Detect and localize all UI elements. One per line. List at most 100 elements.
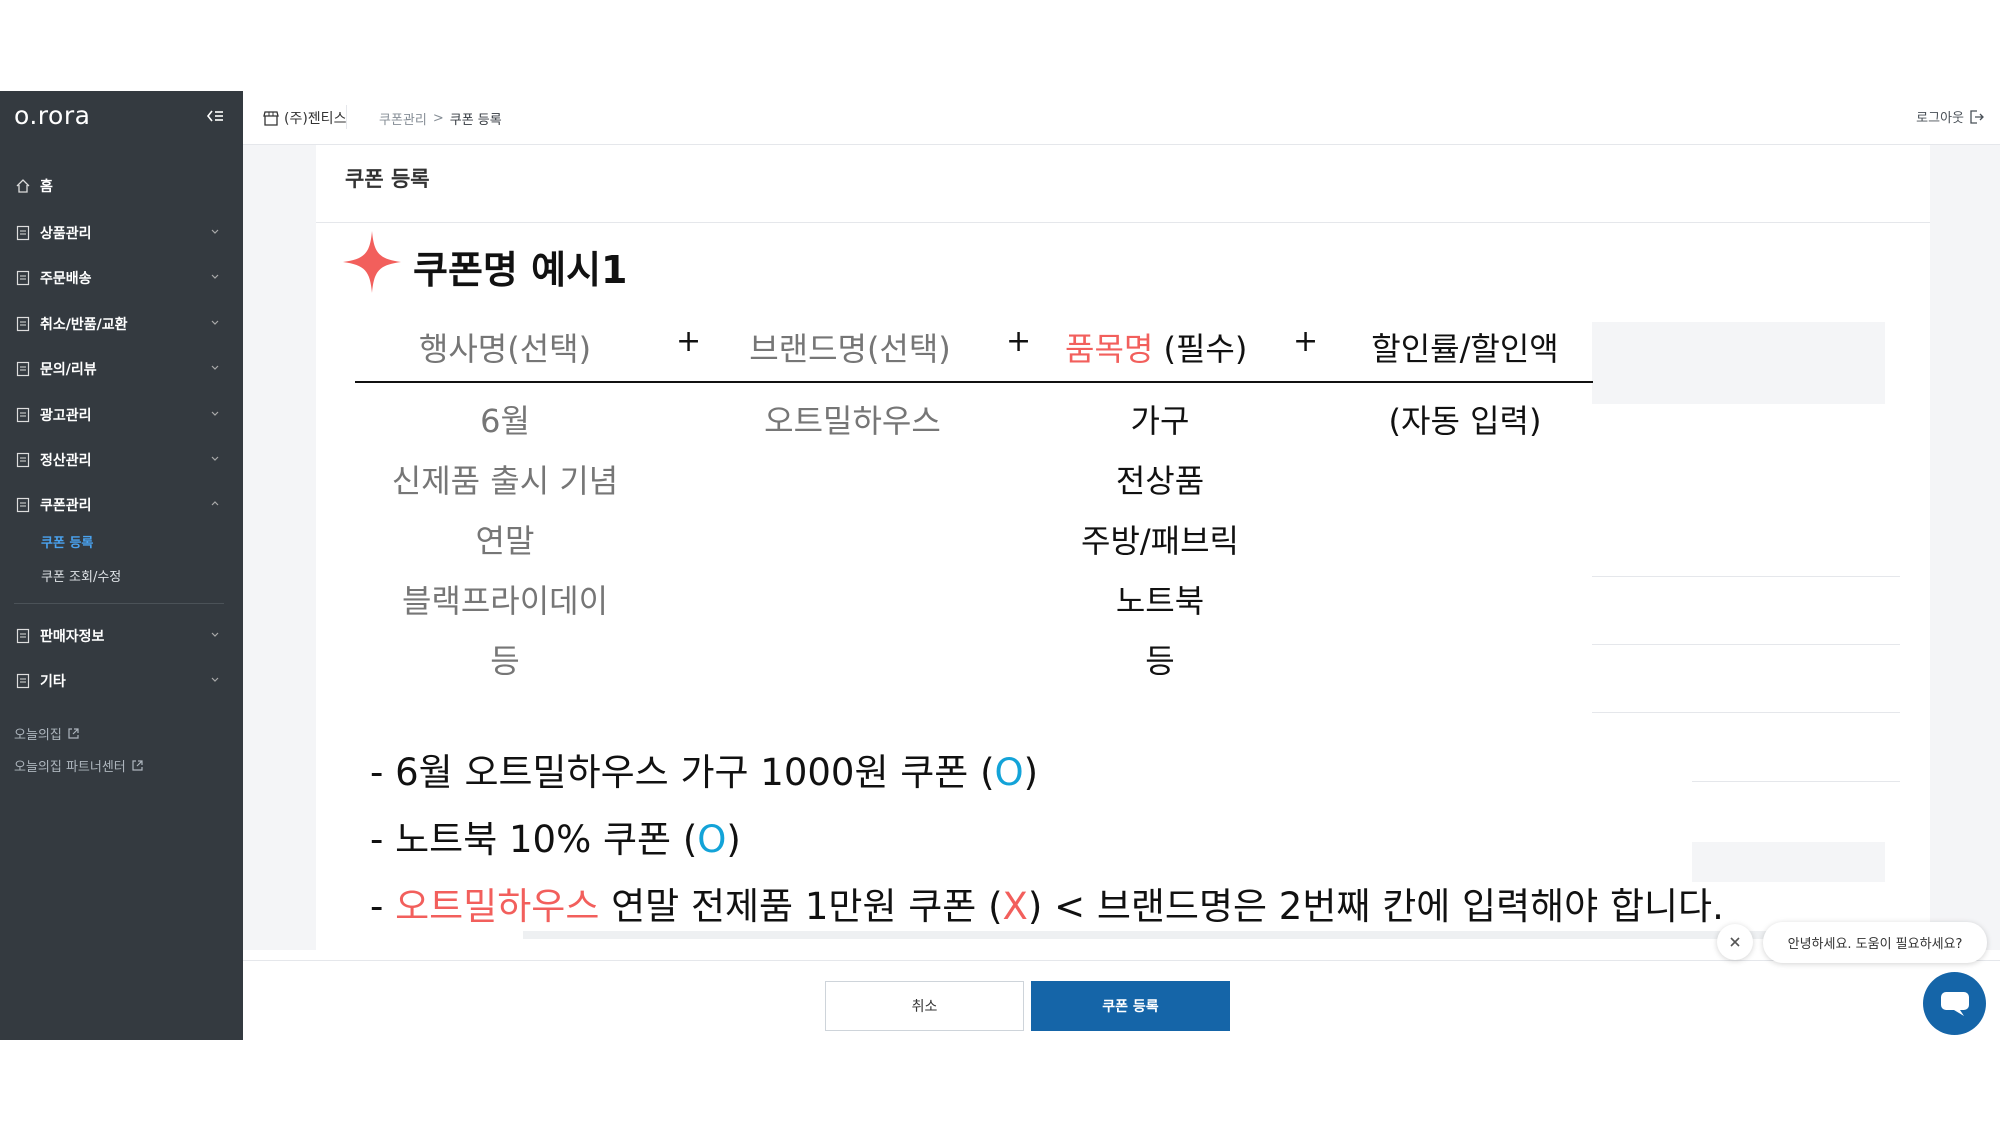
item-value: 노트북	[1115, 582, 1205, 620]
form-row-divider	[1592, 712, 1900, 713]
event-value: 연말	[475, 522, 535, 560]
breadcrumb: 쿠폰관리 > 쿠폰 등록	[379, 109, 502, 128]
item-value: 가구	[1130, 402, 1190, 440]
example-text: )	[1023, 751, 1039, 794]
form-row-divider	[1692, 781, 1900, 782]
logout-button[interactable]: 로그아웃	[1916, 107, 1984, 126]
chat-greeting-bubble[interactable]: 안녕하세요. 도움이 필요하세요?	[1763, 922, 1987, 963]
company-name: (주)젠티스	[263, 108, 346, 128]
header-item-name: 품목명 (필수)	[1065, 324, 1325, 370]
document-icon	[16, 361, 30, 377]
chevron-down-icon	[211, 229, 219, 234]
example-text: ) < 브랜드명은 2번째 칸에 입력해야 합니다.	[1027, 885, 1724, 928]
form-row-divider	[1592, 644, 1900, 645]
example-text: - 6월 오트밀하우스 가구 1000원 쿠폰 (	[370, 751, 995, 794]
document-icon	[16, 497, 30, 513]
link-label: 오늘의집	[14, 728, 62, 743]
wrong-mark: X	[1002, 885, 1028, 928]
event-value: 신제품 출시 기념	[391, 462, 619, 500]
header-item-required-label: 품목명	[1065, 330, 1154, 368]
page-title: 쿠폰 등록	[345, 167, 430, 191]
chat-close-button[interactable]	[1717, 924, 1753, 960]
sidebar-item-label: 정산관리	[40, 453, 92, 469]
sidebar-item-etc[interactable]: 기타	[16, 666, 228, 696]
home-icon	[16, 179, 30, 193]
chevron-down-icon	[211, 632, 219, 637]
form-field-background	[523, 931, 1885, 939]
example-text: )	[726, 818, 741, 861]
sidebar-subitem-coupon-edit[interactable]: 쿠폰 조회/수정	[41, 566, 121, 585]
link-label: 오늘의집 파트너센터	[14, 760, 126, 775]
breadcrumb-separator-icon: >	[432, 111, 444, 126]
logout-label: 로그아웃	[1916, 111, 1964, 126]
sidebar-item-orders[interactable]: 주문배송	[16, 263, 228, 293]
item-value: 전상품	[1115, 462, 1205, 500]
chevron-down-icon	[211, 411, 219, 416]
correct-mark: O	[994, 751, 1024, 794]
sidebar-item-label: 취소/반품/교환	[40, 317, 128, 333]
breadcrumb-item[interactable]: 쿠폰관리	[379, 109, 427, 128]
sidebar-item-label: 광고관리	[40, 408, 92, 424]
sidebar-item-settlement[interactable]: 정산관리	[16, 445, 228, 475]
document-icon	[16, 628, 30, 644]
sidebar-item-coupons[interactable]: 쿠폰관리	[16, 490, 228, 520]
register-coupon-button[interactable]: 쿠폰 등록	[1031, 981, 1230, 1031]
sidebar-item-label: 홈	[40, 179, 53, 195]
store-icon	[263, 110, 279, 126]
chevron-up-icon	[211, 501, 219, 506]
sidebar-item-label: 주문배송	[40, 271, 92, 287]
chevron-down-icon	[211, 365, 219, 370]
event-value: 6월	[480, 402, 530, 440]
external-link-partner-center[interactable]: 오늘의집 파트너센터	[14, 756, 144, 775]
sidebar-item-inquiries[interactable]: 문의/리뷰	[16, 354, 228, 384]
chat-icon	[1940, 991, 1969, 1016]
document-icon	[16, 270, 30, 286]
sidebar-item-ads[interactable]: 광고관리	[16, 400, 228, 430]
plus-sign: +	[1006, 324, 1032, 359]
sidebar-item-returns[interactable]: 취소/반품/교환	[16, 309, 228, 339]
external-link-ohouse[interactable]: 오늘의집	[14, 724, 80, 743]
form-row-divider	[1592, 576, 1900, 577]
example-text: -	[370, 885, 396, 928]
sidebar-subitem-coupon-register[interactable]: 쿠폰 등록	[41, 532, 93, 551]
sidebar-divider	[14, 603, 224, 604]
example-title: 쿠폰명 예시1	[413, 248, 628, 292]
logout-icon	[1970, 109, 1984, 124]
header-item-required-suffix: (필수)	[1153, 330, 1248, 368]
example-text: 연말 전제품 1만원 쿠폰 (	[599, 885, 1003, 928]
sidebar-item-label: 판매자정보	[40, 629, 105, 645]
title-divider	[316, 222, 1930, 223]
header-discount: 할인률/할인액	[1371, 330, 1559, 368]
sparkle-icon	[343, 231, 401, 293]
chevron-down-icon	[211, 274, 219, 279]
correct-mark: O	[697, 818, 727, 861]
collapse-sidebar-icon[interactable]	[206, 108, 224, 124]
top-header: (주)젠티스 쿠폰관리 > 쿠폰 등록 로그아웃	[243, 91, 2000, 145]
header-event-name: 행사명(선택)	[418, 330, 592, 368]
app-window: o.rora 홈 상품관리 주문배송 취소/반품/교환 문의/리뷰 광고관리 정…	[0, 91, 2000, 1040]
brand-value: 오트밀하우스	[764, 402, 941, 440]
document-icon	[16, 673, 30, 689]
chat-launcher-button[interactable]	[1923, 972, 1986, 1035]
cancel-button[interactable]: 취소	[825, 981, 1024, 1031]
header-brand-name: 브랜드명(선택)	[749, 330, 951, 368]
sidebar-item-seller-info[interactable]: 판매자정보	[16, 621, 228, 651]
example-line-2: - 노트북 10% 쿠폰 (O)	[370, 809, 741, 863]
logo: o.rora	[14, 101, 91, 130]
example-line-1: - 6월 오트밀하우스 가구 1000원 쿠폰 (O)	[370, 742, 1038, 796]
example-text: - 노트북 10% 쿠폰 (	[370, 818, 698, 861]
breadcrumb-current: 쿠폰 등록	[449, 113, 502, 128]
document-icon	[16, 407, 30, 423]
chevron-down-icon	[211, 320, 219, 325]
event-value: 블랙프라이데이	[401, 582, 609, 620]
sidebar-item-label: 상품관리	[40, 226, 92, 242]
sidebar-item-label: 쿠폰관리	[40, 498, 92, 514]
sidebar-item-label: 문의/리뷰	[40, 362, 97, 378]
sidebar-item-home[interactable]: 홈	[16, 171, 228, 201]
plus-sign: +	[676, 324, 702, 359]
sidebar: o.rora 홈 상품관리 주문배송 취소/반품/교환 문의/리뷰 광고관리 정…	[0, 91, 243, 1040]
sidebar-item-products[interactable]: 상품관리	[16, 218, 228, 248]
example-line-3: - 오트밀하우스 연말 전제품 1만원 쿠폰 (X) < 브랜드명은 2번째 칸…	[370, 876, 1724, 930]
chevron-down-icon	[211, 677, 219, 682]
plus-sign: +	[1293, 324, 1319, 359]
